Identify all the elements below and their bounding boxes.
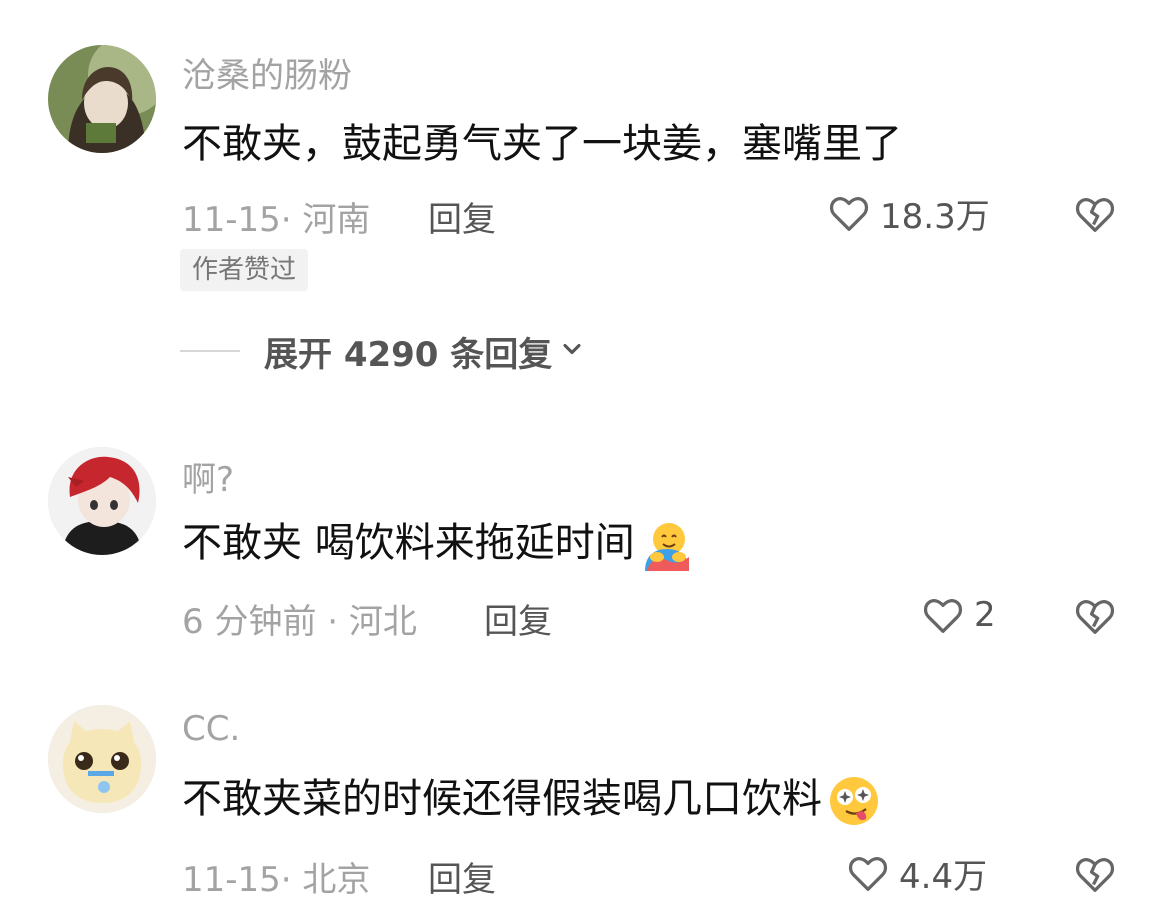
comment-text: 不敢夹 喝饮料来拖延时间 [182, 517, 695, 573]
broken-heart-icon [1072, 191, 1118, 237]
expand-replies-button[interactable]: 展开 4290 条回复 [180, 326, 586, 376]
like-count: 2 [974, 595, 996, 635]
comment-text-body: 不敢夹 喝饮料来拖延时间 [182, 520, 635, 566]
like-button[interactable]: 2 [920, 590, 996, 640]
broken-heart-icon [1072, 593, 1118, 639]
expand-replies-label: 展开 4290 条回复 [264, 334, 553, 375]
like-button[interactable]: 18.3万 [826, 188, 990, 238]
broken-heart-icon [1072, 851, 1118, 897]
comment-list: 沧桑的肠粉 不敢夹，鼓起勇气夹了一块姜，塞嘴里了 11-15· 河南 回复 18… [0, 0, 1170, 921]
avatar[interactable] [48, 45, 156, 153]
avatar[interactable] [48, 447, 156, 555]
reply-button[interactable]: 回复 [428, 852, 496, 901]
comment-text-body: 不敢夹菜的时候还得假装喝几口饮料 [182, 776, 822, 822]
comment-meta: 11-15· 北京 [182, 860, 371, 900]
dislike-button[interactable] [1072, 851, 1118, 897]
like-count: 4.4万 [899, 856, 988, 897]
heart-outline-icon [920, 592, 966, 638]
like-count: 18.3万 [880, 196, 990, 237]
divider [180, 350, 240, 352]
dislike-button[interactable] [1072, 191, 1118, 237]
comment-username[interactable]: 沧桑的肠粉 [182, 48, 352, 97]
woozy-star-eyes-emoji [826, 773, 882, 829]
dislike-button[interactable] [1072, 593, 1118, 639]
hugging-face-emoji [639, 517, 695, 573]
avatar[interactable] [48, 705, 156, 813]
reply-button[interactable]: 回复 [484, 594, 552, 643]
reply-button[interactable]: 回复 [428, 192, 496, 241]
comment-username[interactable]: 啊? [182, 452, 234, 501]
comment-meta: 11-15· 河南 [182, 200, 371, 240]
like-button[interactable]: 4.4万 [845, 848, 987, 898]
chevron-down-icon [552, 335, 586, 367]
comment-username[interactable]: CC. [182, 709, 240, 749]
comment-text: 不敢夹菜的时候还得假装喝几口饮料 [182, 773, 882, 829]
comment-meta: 6 分钟前 · 河北 [182, 602, 417, 642]
author-liked-badge: 作者赞过 [180, 249, 309, 291]
comment-text: 不敢夹，鼓起勇气夹了一块姜，塞嘴里了 [182, 121, 902, 167]
heart-outline-icon [845, 850, 891, 896]
heart-outline-icon [826, 190, 872, 236]
